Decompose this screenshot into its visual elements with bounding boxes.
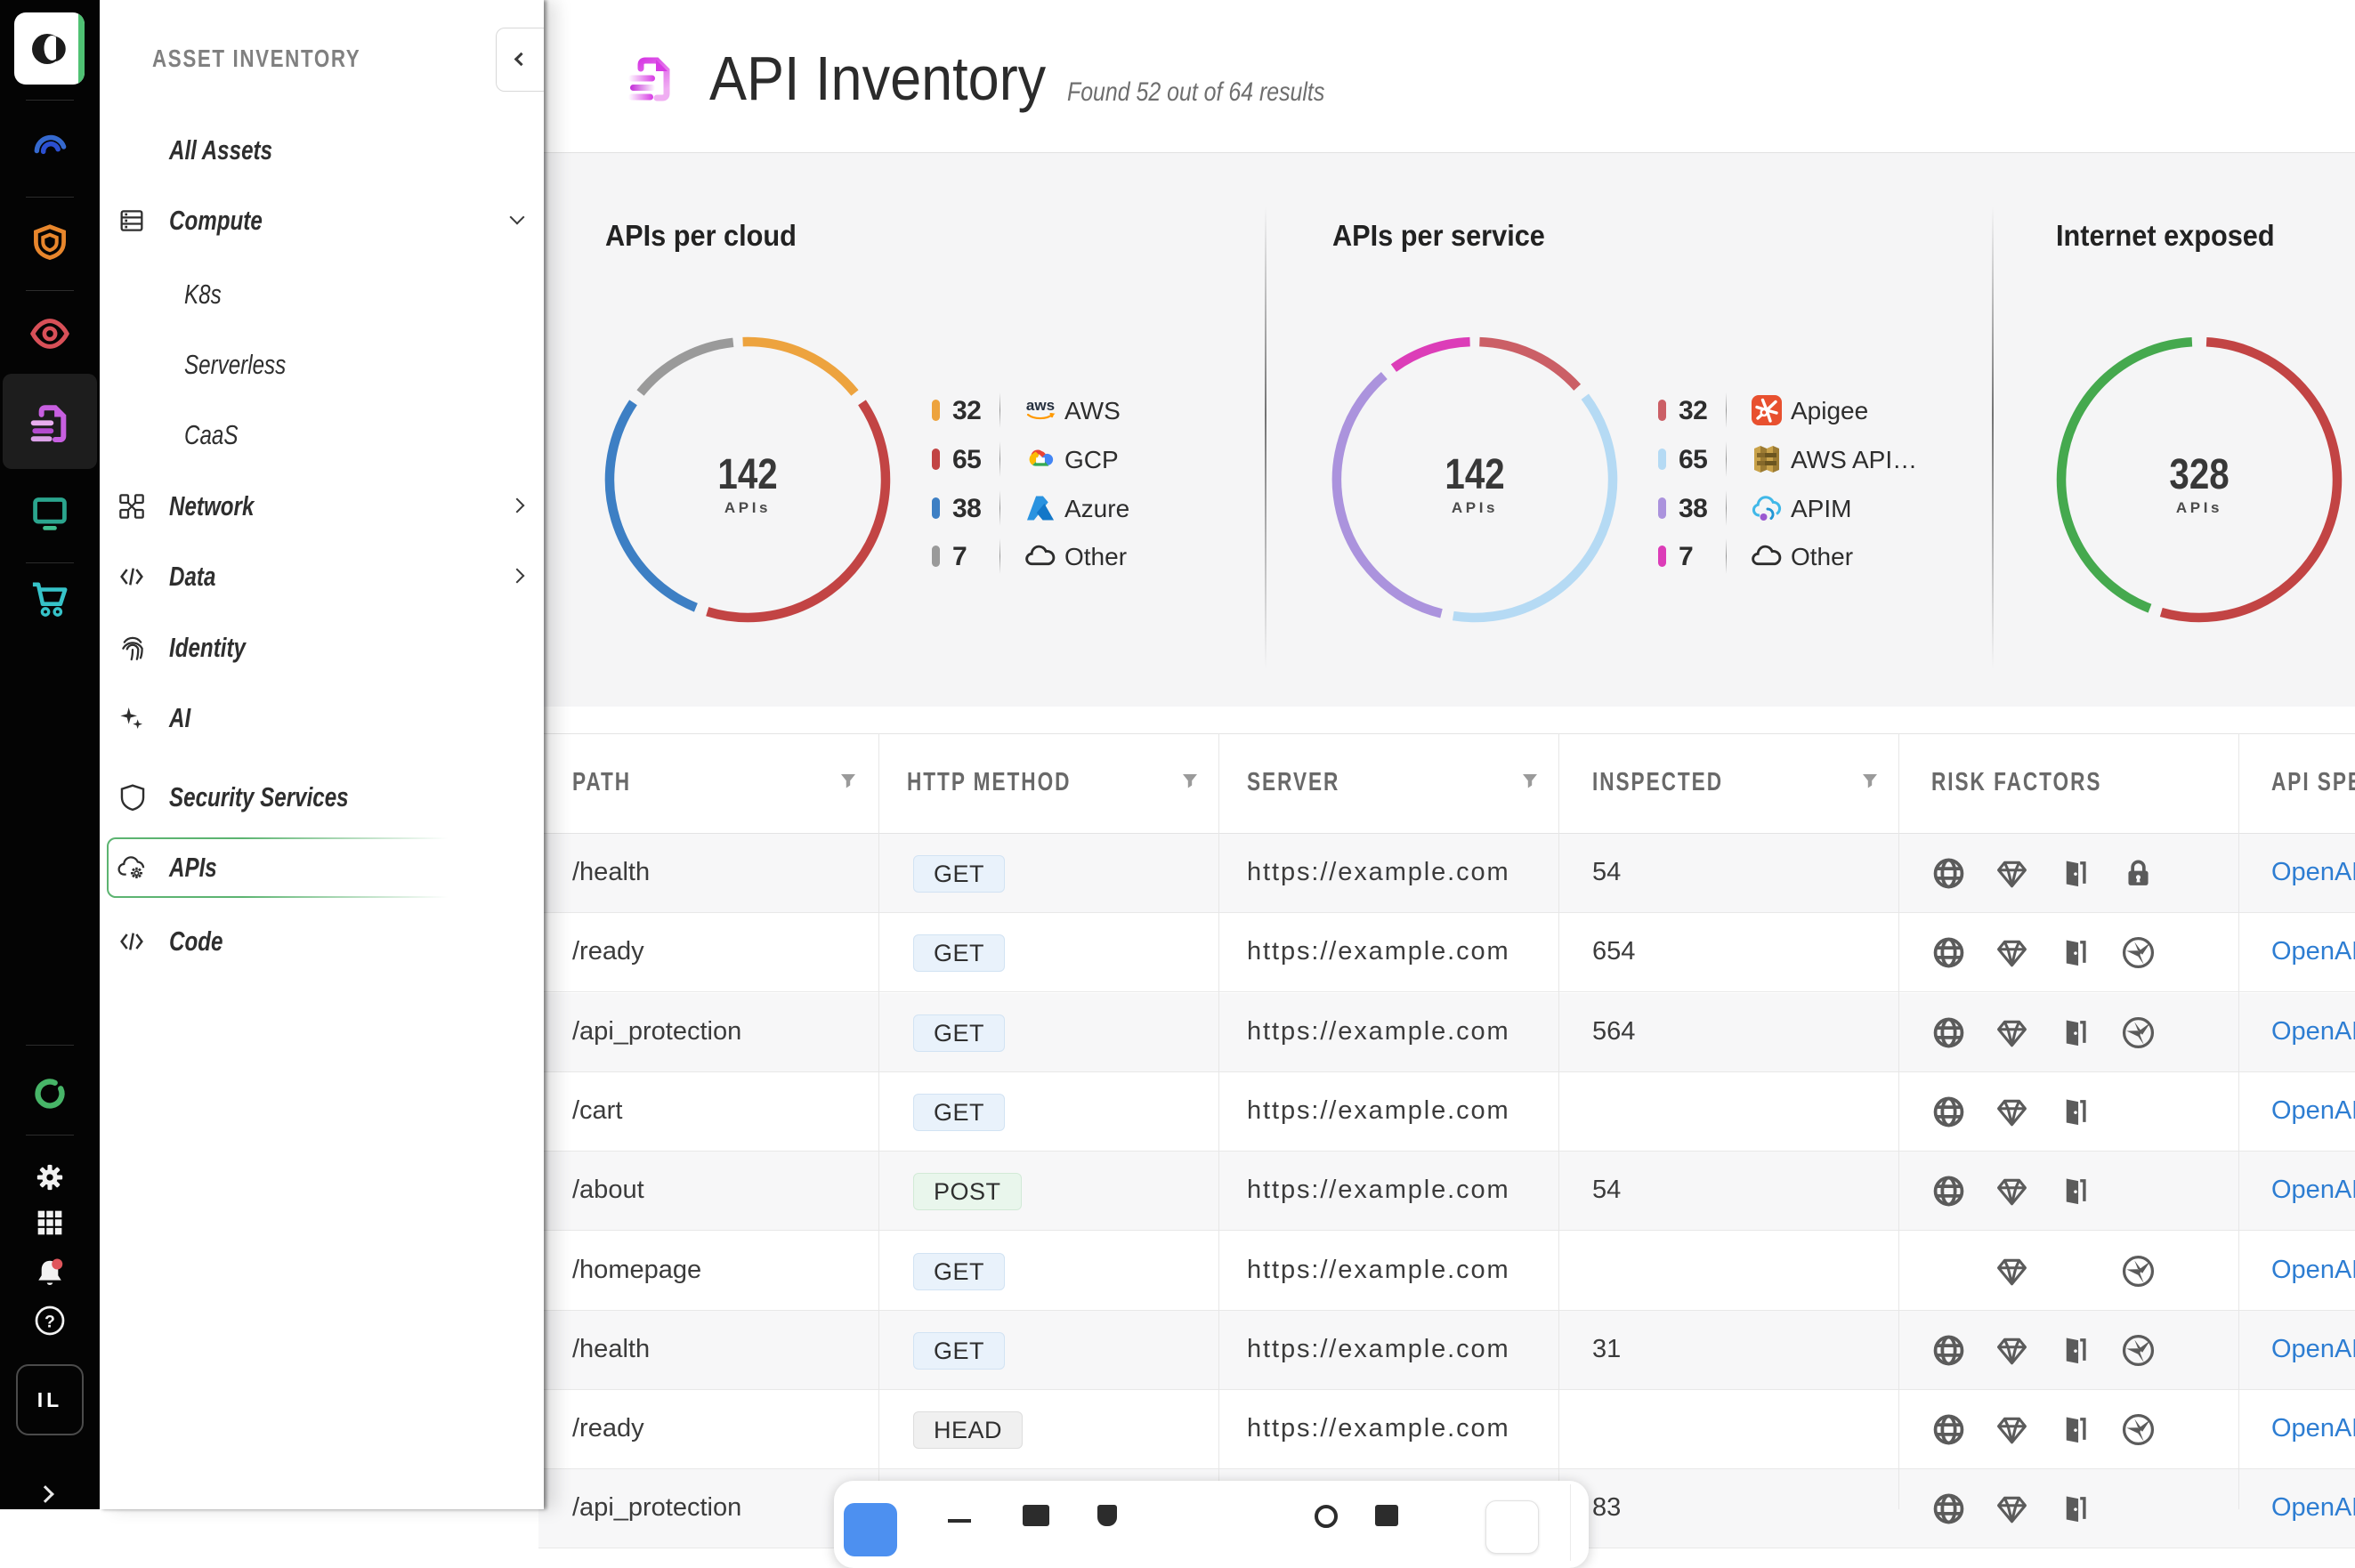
svg-text:?: ? xyxy=(45,1313,55,1332)
svg-text:aws: aws xyxy=(1026,397,1055,414)
